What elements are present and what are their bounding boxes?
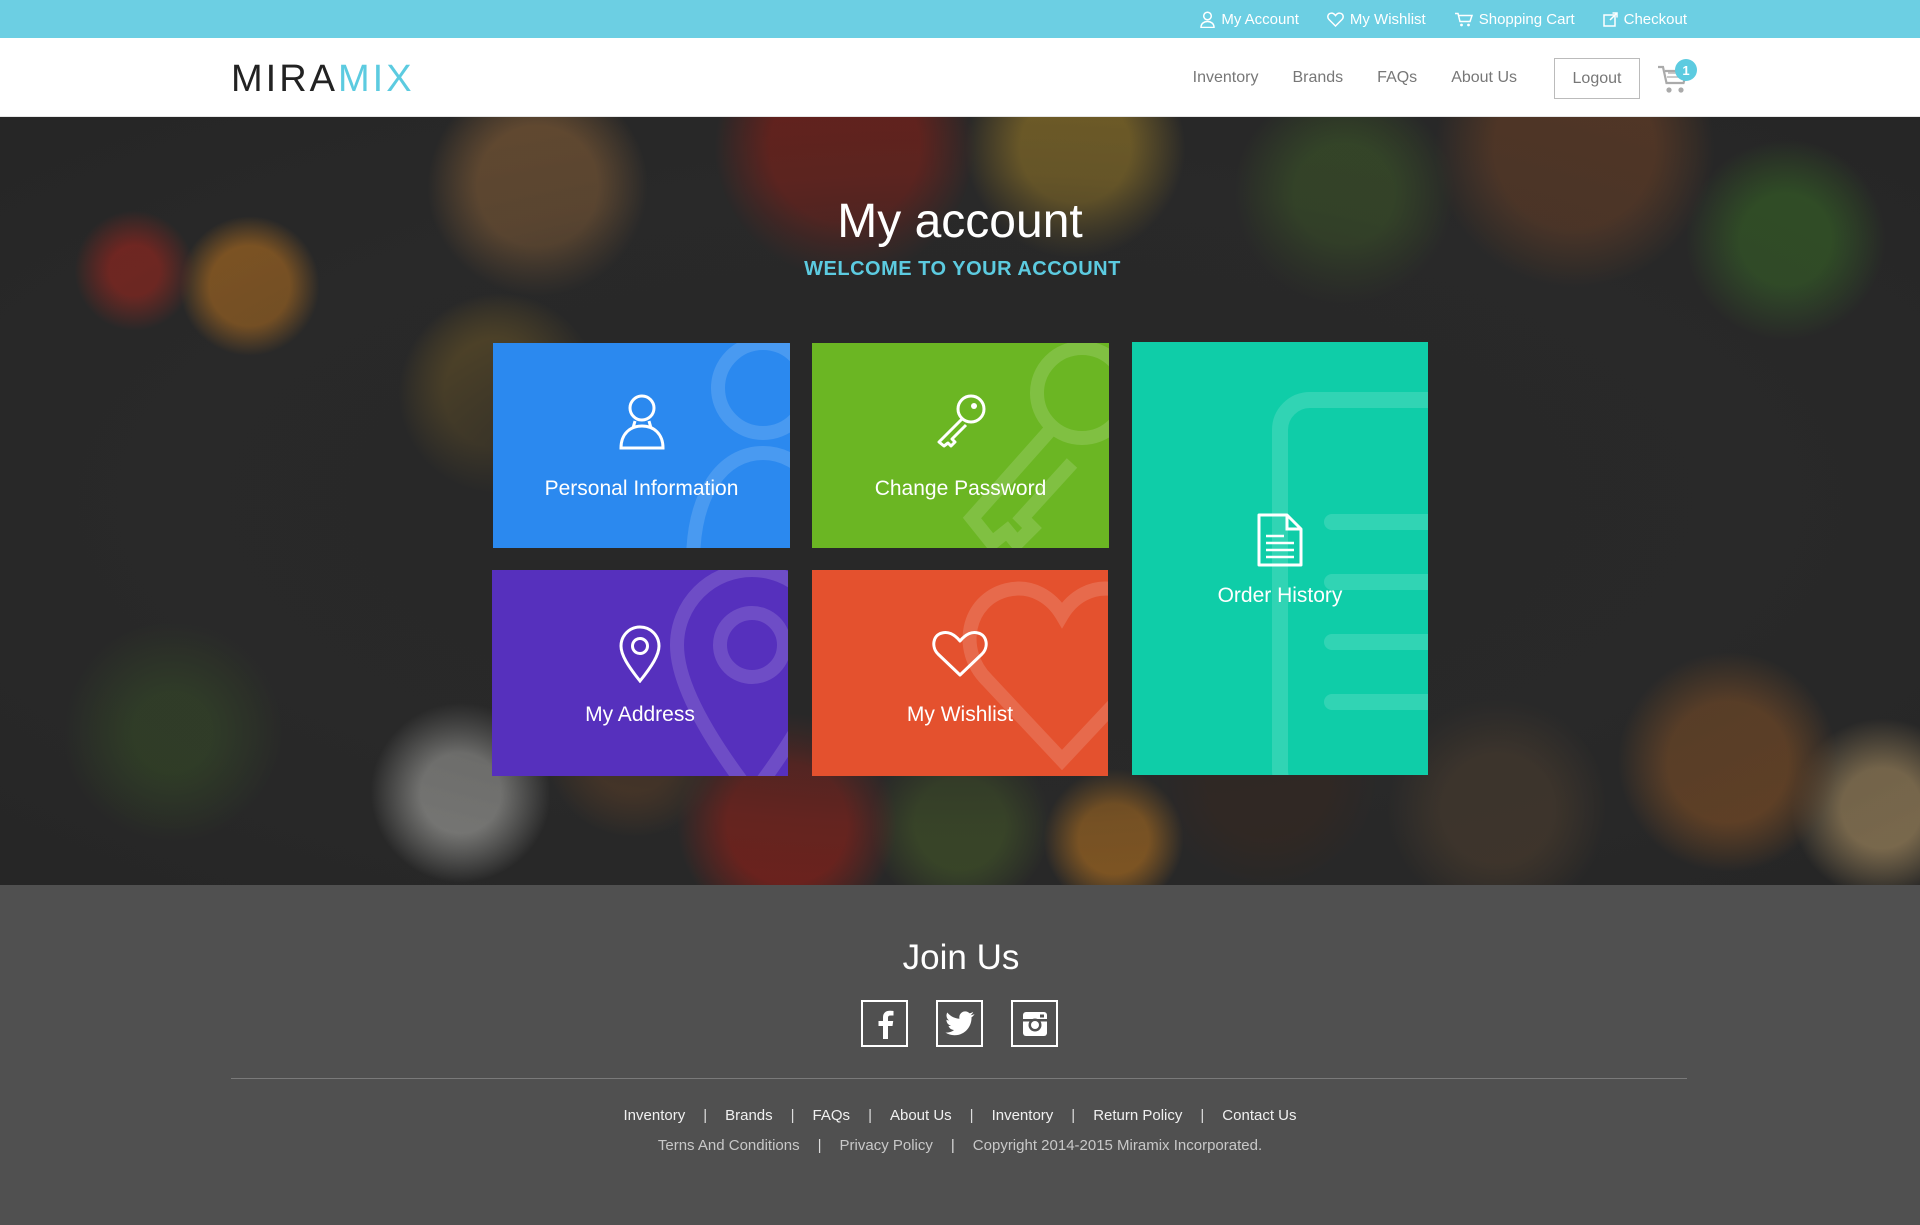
shopping-cart-link[interactable]: Shopping Cart bbox=[1454, 11, 1575, 28]
site-logo[interactable]: MIRAMIX bbox=[231, 58, 415, 101]
separator: | bbox=[817, 1137, 822, 1154]
footer-links-secondary: Terns And Conditions | Privacy Policy | … bbox=[0, 1137, 1920, 1154]
separator: | bbox=[703, 1107, 708, 1124]
checkout-label: Checkout bbox=[1623, 10, 1687, 28]
site-footer: Join Us Inventory | Brands | FAQs | Abou… bbox=[0, 885, 1920, 1225]
checkout-link[interactable]: Checkout bbox=[1602, 10, 1687, 28]
heart-icon bbox=[1326, 11, 1344, 27]
footer-link-return-policy[interactable]: Return Policy bbox=[1093, 1107, 1182, 1124]
hero-section: My account WELCOME TO YOUR ACCOUNT Perso… bbox=[0, 117, 1920, 885]
tile-my-address[interactable]: My Address bbox=[492, 570, 788, 776]
document-icon bbox=[1257, 513, 1303, 567]
footer-link-about-us[interactable]: About Us bbox=[890, 1107, 952, 1124]
separator: | bbox=[868, 1107, 872, 1124]
tile-label: My Wishlist bbox=[906, 703, 1014, 726]
main-nav: Inventory Brands FAQs About Us bbox=[1159, 38, 1517, 117]
footer-link-contact-us[interactable]: Contact Us bbox=[1222, 1107, 1296, 1124]
separator: | bbox=[790, 1107, 795, 1124]
instagram-icon bbox=[1022, 1011, 1047, 1036]
footer-link-inventory-2[interactable]: Inventory bbox=[992, 1107, 1054, 1124]
nav-inventory[interactable]: Inventory bbox=[1193, 69, 1259, 87]
tile-order-history[interactable]: Order History bbox=[1132, 342, 1428, 775]
separator: | bbox=[969, 1107, 974, 1124]
logout-button[interactable]: Logout bbox=[1554, 58, 1640, 99]
separator: | bbox=[1071, 1107, 1076, 1124]
instagram-button[interactable] bbox=[1011, 1000, 1058, 1047]
footer-link-terms[interactable]: Terns And Conditions bbox=[658, 1137, 800, 1154]
user-icon bbox=[1200, 10, 1216, 28]
separator: | bbox=[950, 1137, 955, 1154]
footer-divider bbox=[231, 1078, 1687, 1079]
user-watermark-icon bbox=[686, 343, 790, 548]
location-pin-watermark-icon bbox=[669, 570, 788, 776]
heart-icon bbox=[932, 631, 988, 677]
location-pin-icon bbox=[619, 625, 661, 683]
top-utility-bar: My Account My Wishlist Shopping Cart Che… bbox=[0, 0, 1920, 38]
logo-text-mira: MIRA bbox=[231, 58, 338, 100]
nav-brands[interactable]: Brands bbox=[1292, 69, 1343, 87]
tile-change-password[interactable]: Change Password bbox=[812, 343, 1109, 548]
separator: | bbox=[1200, 1107, 1205, 1124]
page-title: My account bbox=[837, 195, 1083, 248]
tile-label: Order History bbox=[1217, 584, 1343, 607]
user-icon bbox=[618, 394, 665, 450]
tile-personal-information[interactable]: Personal Information bbox=[493, 343, 790, 548]
footer-link-inventory[interactable]: Inventory bbox=[624, 1107, 686, 1124]
tile-my-wishlist[interactable]: My Wishlist bbox=[812, 570, 1108, 776]
checkout-icon bbox=[1602, 11, 1618, 27]
nav-about-us[interactable]: About Us bbox=[1451, 69, 1517, 87]
cart-icon bbox=[1454, 12, 1473, 26]
footer-links-primary: Inventory | Brands | FAQs | About Us | I… bbox=[0, 1107, 1920, 1124]
facebook-icon bbox=[878, 1010, 893, 1039]
my-account-label: My Account bbox=[1221, 10, 1299, 28]
twitter-icon bbox=[944, 1011, 974, 1036]
copyright-text: Copyright 2014-2015 Miramix Incorporated… bbox=[972, 1137, 1263, 1154]
shopping-cart-label: Shopping Cart bbox=[1478, 10, 1575, 28]
footer-link-privacy-policy[interactable]: Privacy Policy bbox=[840, 1137, 933, 1154]
main-header: MIRAMIX Inventory Brands FAQs About Us L… bbox=[0, 38, 1920, 117]
logo-text-mix: MIX bbox=[338, 58, 415, 100]
page-subtitle: WELCOME TO YOUR ACCOUNT bbox=[804, 258, 1121, 280]
my-wishlist-label: My Wishlist bbox=[1349, 10, 1426, 28]
my-wishlist-link[interactable]: My Wishlist bbox=[1326, 10, 1426, 28]
twitter-button[interactable] bbox=[936, 1000, 983, 1047]
key-icon bbox=[937, 394, 985, 448]
join-us-title: Join Us bbox=[902, 938, 1020, 977]
top-links: My Account My Wishlist Shopping Cart Che… bbox=[1172, 0, 1687, 38]
tile-label: Change Password bbox=[874, 477, 1047, 500]
tile-label: Personal Information bbox=[544, 477, 739, 500]
facebook-button[interactable] bbox=[861, 1000, 908, 1047]
nav-faqs[interactable]: FAQs bbox=[1377, 69, 1417, 87]
tile-label: My Address bbox=[585, 703, 695, 726]
footer-link-faqs[interactable]: FAQs bbox=[813, 1107, 851, 1124]
cart-count-badge: 1 bbox=[1675, 59, 1697, 81]
footer-link-brands[interactable]: Brands bbox=[725, 1107, 773, 1124]
my-account-link[interactable]: My Account bbox=[1200, 11, 1299, 28]
